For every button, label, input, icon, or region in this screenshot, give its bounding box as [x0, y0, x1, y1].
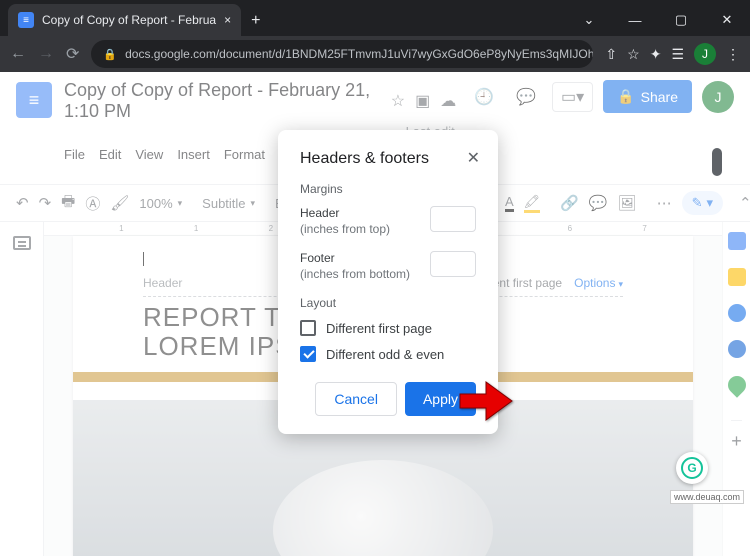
checkbox-checked-icon[interactable]: [300, 346, 316, 362]
collapse-toolbar-icon[interactable]: ⌃: [739, 194, 750, 212]
watermark: www.deuaq.com: [670, 490, 744, 504]
different-odd-even-option[interactable]: Different odd & even: [300, 346, 476, 362]
menu-edit[interactable]: Edit: [99, 147, 121, 162]
layout-section-label: Layout: [300, 296, 476, 310]
window-tab-down-icon[interactable]: ⌄: [566, 4, 612, 36]
pencil-icon: ✎: [692, 195, 703, 211]
style-dropdown[interactable]: Subtitle: [202, 196, 255, 211]
window-close-icon[interactable]: ✕: [704, 4, 750, 36]
cloud-status-icon: ☁: [440, 91, 456, 111]
menu-format[interactable]: Format: [224, 147, 265, 162]
print-icon[interactable]: 🖶: [61, 191, 75, 216]
open-comments-icon[interactable]: 💬: [510, 81, 542, 113]
maps-addon-icon[interactable]: [724, 372, 749, 397]
header-margin-input[interactable]: [430, 206, 476, 232]
header-margin-label: Header: [300, 206, 390, 222]
profile-avatar[interactable]: J: [694, 43, 716, 65]
keep-addon-icon[interactable]: [728, 268, 746, 286]
reading-list-icon[interactable]: ☰: [671, 46, 684, 63]
comment-history-icon[interactable]: 🕘: [468, 81, 500, 113]
cancel-button[interactable]: Cancel: [315, 382, 397, 416]
side-panel: +: [722, 222, 750, 556]
window-maximize-icon[interactable]: ▢: [658, 4, 704, 36]
dialog-title: Headers & footers: [300, 150, 476, 168]
grammarly-bubble[interactable]: G: [676, 452, 708, 484]
share-page-icon[interactable]: ⇧: [605, 46, 617, 63]
text-color-icon[interactable]: A: [505, 194, 514, 212]
redo-icon[interactable]: ↷: [39, 194, 52, 212]
insert-link-icon[interactable]: 🔗: [560, 194, 579, 212]
window-minimize-icon[interactable]: —: [612, 4, 658, 36]
extensions-icon[interactable]: ✦: [650, 46, 662, 63]
get-addons-icon[interactable]: +: [731, 420, 742, 452]
margins-section-label: Margins: [300, 182, 476, 196]
address-bar[interactable]: 🔒 docs.google.com/document/d/1BNDM25FTmv…: [91, 40, 593, 68]
lock-icon: 🔒: [103, 48, 117, 61]
add-comment-icon[interactable]: 💬: [589, 194, 608, 212]
undo-icon[interactable]: ↶: [16, 194, 29, 212]
insert-image-icon[interactable]: 🖼: [618, 194, 637, 212]
present-button[interactable]: ▭▾: [552, 82, 593, 112]
different-first-page-option[interactable]: Different first page: [300, 320, 476, 336]
share-button[interactable]: 🔒 Share: [603, 80, 692, 113]
outline-icon[interactable]: [13, 236, 31, 250]
account-avatar[interactable]: J: [702, 81, 734, 113]
checkbox-unchecked-icon[interactable]: [300, 320, 316, 336]
docs-favicon: ≡: [18, 12, 34, 28]
reload-icon[interactable]: ⟳: [66, 44, 79, 64]
move-folder-icon[interactable]: ▣: [415, 91, 430, 111]
footer-margin-input[interactable]: [430, 251, 476, 277]
paint-format-icon[interactable]: 🖌: [110, 194, 129, 212]
zoom-dropdown[interactable]: 100%: [139, 196, 182, 211]
chrome-menu-icon[interactable]: ⋮: [726, 46, 740, 63]
calendar-addon-icon[interactable]: [728, 232, 746, 250]
document-title[interactable]: Copy of Copy of Report - February 21, 1:…: [64, 80, 381, 122]
menu-file[interactable]: File: [64, 147, 85, 162]
dialog-close-icon[interactable]: ✕: [467, 148, 480, 168]
star-bookmark-icon[interactable]: ☆: [627, 46, 640, 63]
spellcheck-icon[interactable]: Ⓐ: [85, 193, 100, 214]
new-tab-button[interactable]: +: [241, 12, 270, 36]
contacts-addon-icon[interactable]: [728, 340, 746, 358]
header-area-label: Header: [143, 276, 182, 290]
back-icon[interactable]: ←: [10, 45, 26, 63]
footer-margin-label: Footer: [300, 251, 410, 267]
tab-close-icon[interactable]: ×: [224, 13, 231, 27]
lock-share-icon: 🔒: [617, 88, 634, 105]
text-cursor: [143, 252, 144, 266]
tasks-addon-icon[interactable]: [728, 304, 746, 322]
tab-title: Copy of Copy of Report - Februa: [42, 13, 216, 27]
menu-view[interactable]: View: [135, 147, 163, 162]
grammarly-icon: G: [681, 457, 703, 479]
browser-tab[interactable]: ≡ Copy of Copy of Report - Februa ×: [8, 4, 241, 36]
highlight-icon[interactable]: 🖍: [524, 194, 541, 213]
scrollbar[interactable]: [712, 148, 722, 468]
menu-insert[interactable]: Insert: [177, 147, 210, 162]
footer-margin-sublabel: (inches from bottom): [300, 267, 410, 283]
header-margin-sublabel: (inches from top): [300, 222, 390, 238]
docs-logo-icon[interactable]: ≡: [16, 82, 52, 118]
forward-icon[interactable]: →: [38, 45, 54, 63]
more-toolbar-icon[interactable]: ⋯: [657, 194, 672, 212]
header-options-dropdown[interactable]: Options: [574, 276, 623, 290]
star-icon[interactable]: ☆: [391, 91, 405, 111]
annotation-arrow-icon: [458, 378, 518, 429]
url-text: docs.google.com/document/d/1BNDM25FTmvmJ…: [125, 47, 593, 61]
